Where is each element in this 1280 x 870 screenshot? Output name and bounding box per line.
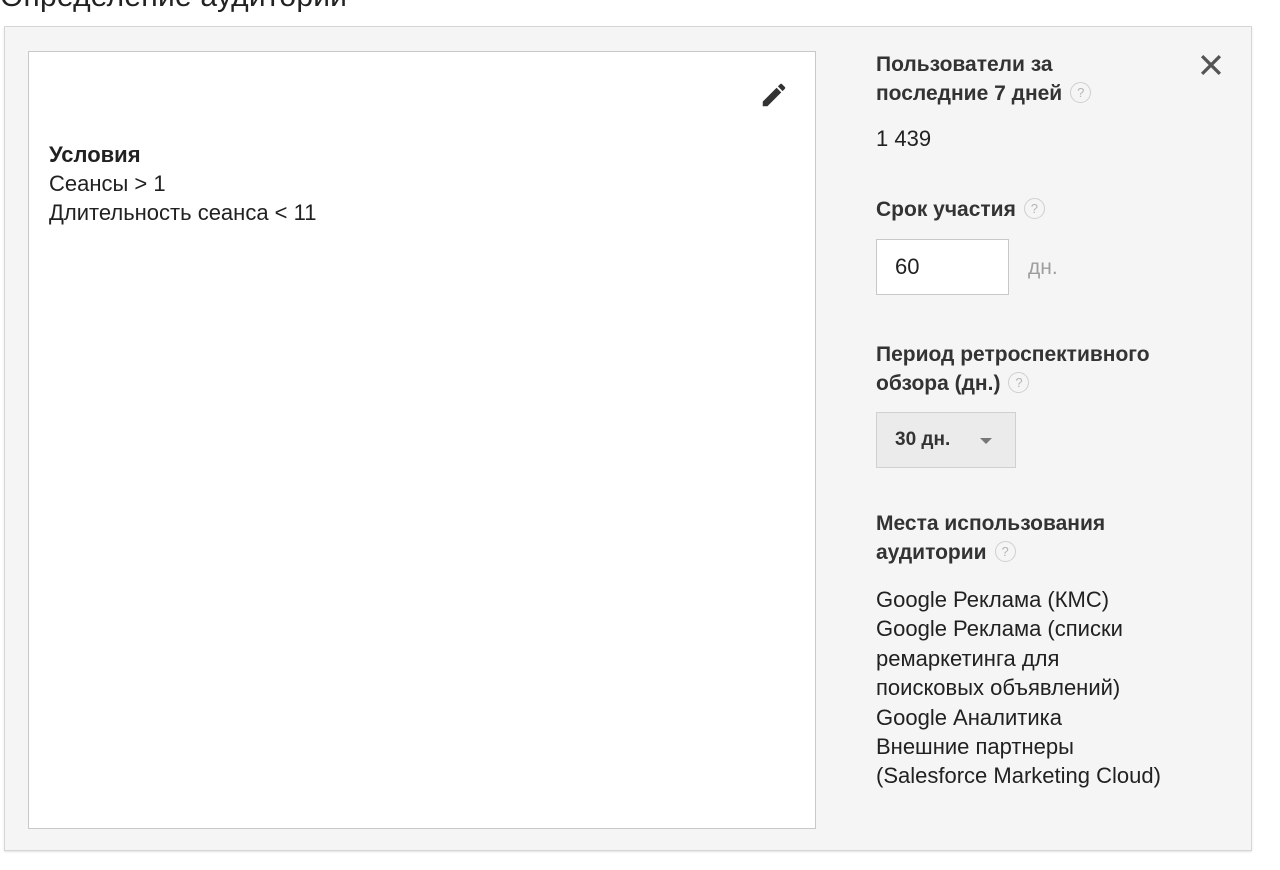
list-item: поисковых объявлений): [876, 675, 1121, 701]
duration-unit: дн.: [1028, 256, 1058, 279]
edit-conditions-button[interactable]: [757, 78, 791, 112]
membership-duration-label: Срок участия?: [876, 195, 1216, 224]
membership-duration-input[interactable]: [876, 239, 1009, 295]
help-icon[interactable]: ?: [1023, 198, 1045, 220]
list-item: Внешние партнеры: [876, 734, 1074, 760]
audience-destinations-label: Места использования аудитории?: [876, 512, 1106, 564]
list-item: ремаркетинга для: [876, 645, 1060, 671]
audience-definition-panel: Условия Сеансы > 1 Длительность сеанса <…: [4, 26, 1252, 851]
pencil-icon: [762, 83, 786, 107]
list-item: (Salesforce Marketing Cloud): [876, 763, 1161, 789]
list-item: Google Аналитика: [876, 704, 1062, 730]
caret-down-icon: [980, 438, 992, 444]
conditions-card: Условия Сеансы > 1 Длительность сеанса <…: [28, 51, 816, 829]
list-item: Google Реклама (списки: [876, 616, 1123, 642]
lookback-period-label: Период ретроспективного обзора (дн.)?: [876, 343, 1150, 395]
audience-destinations-list: Google Реклама (КМС) Google Реклама (спи…: [876, 585, 1236, 791]
conditions-title: Условия: [49, 142, 141, 167]
condition-item: Сеансы > 1: [49, 171, 166, 196]
users-7-days-label: Пользователи за последние 7 дней?: [876, 50, 1216, 108]
lookback-period-select[interactable]: 30 дн.: [876, 412, 1016, 468]
page-title: Определение аудитории: [0, 0, 347, 15]
condition-item: Длительность сеанса < 11: [49, 200, 317, 225]
help-icon[interactable]: ?: [1070, 82, 1092, 104]
list-item: Google Реклама (КМС): [876, 587, 1110, 612]
lookback-selected-value: 30 дн.: [895, 429, 951, 450]
help-icon[interactable]: ?: [994, 541, 1016, 563]
conditions-summary: Условия Сеансы > 1 Длительность сеанса <…: [49, 140, 316, 227]
users-7-days-value: 1 439: [876, 126, 932, 151]
help-icon[interactable]: ?: [1008, 372, 1030, 394]
